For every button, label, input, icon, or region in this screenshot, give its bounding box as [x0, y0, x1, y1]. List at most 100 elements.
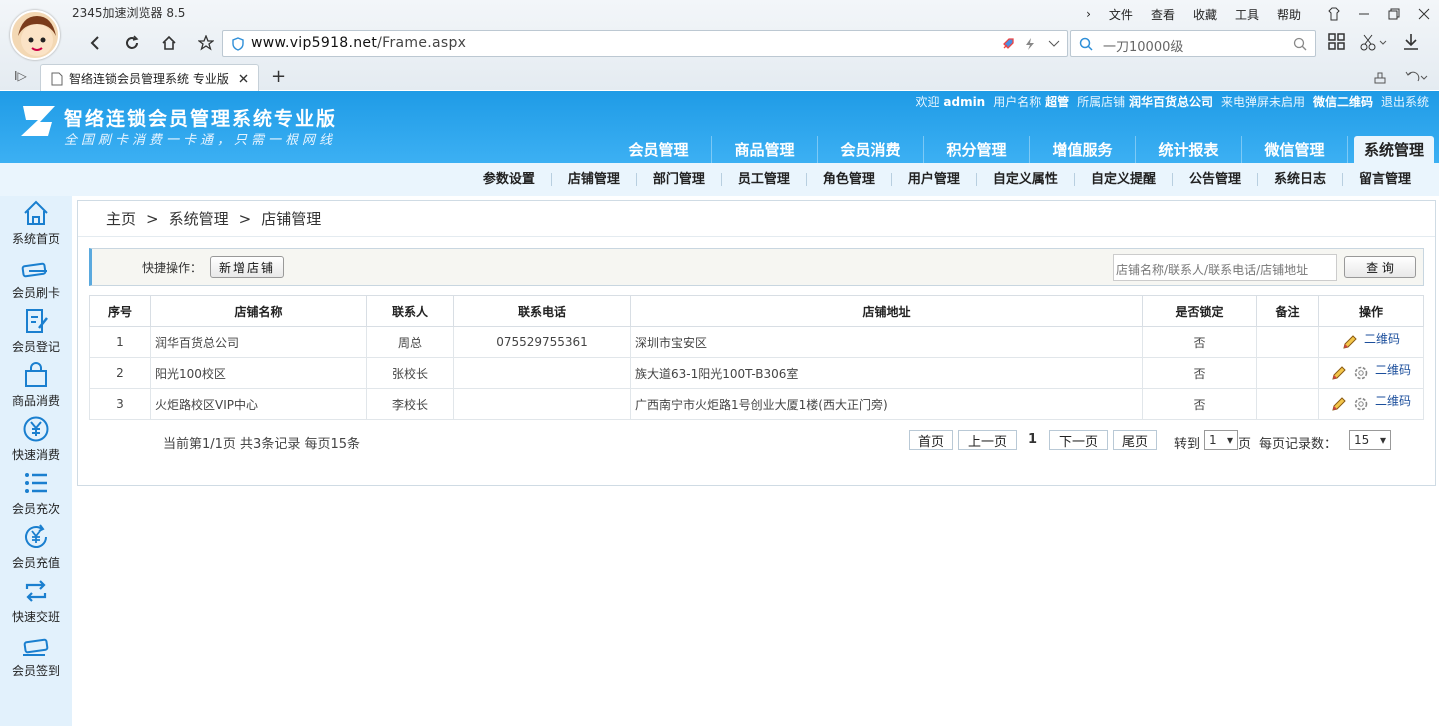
scissors-icon[interactable]: [1360, 33, 1388, 51]
close-window-icon[interactable]: [1409, 2, 1439, 26]
apps-grid-icon[interactable]: [1328, 33, 1346, 51]
sidebar-item-recharge[interactable]: 会员充值: [0, 520, 72, 574]
breadcrumb-system[interactable]: 系统管理: [169, 208, 229, 229]
browser-search[interactable]: 一刀10000级: [1070, 30, 1316, 57]
shopping-bag-icon: [25, 362, 47, 387]
per-page-select[interactable]: 15 ▾: [1349, 430, 1391, 450]
user-store-field: 所属店铺 润华百货总公司: [1077, 95, 1213, 109]
nav-product-management[interactable]: 商品管理: [712, 136, 818, 163]
restore-icon[interactable]: [1379, 2, 1409, 26]
menu-help[interactable]: 帮助: [1277, 6, 1301, 23]
qr-code-link[interactable]: 二维码: [1364, 330, 1400, 347]
cell-actions: 二维码: [1318, 388, 1424, 420]
nav-value-added[interactable]: 增值服务: [1030, 136, 1136, 163]
subnav-custom-reminders[interactable]: 自定义提醒: [1073, 173, 1172, 186]
cell-locked: 否: [1142, 326, 1257, 358]
chevron-down-icon[interactable]: [1047, 39, 1061, 49]
brush-icon[interactable]: [1372, 69, 1388, 85]
tab-active[interactable]: 智络连锁会员管理系统 专业版: [40, 64, 259, 91]
subnav-custom-attributes[interactable]: 自定义属性: [975, 173, 1074, 186]
subnav-roles[interactable]: 角色管理: [805, 173, 891, 186]
menu-tools[interactable]: 工具: [1235, 6, 1259, 23]
sidebar-item-register[interactable]: 会员登记: [0, 304, 72, 358]
cell-address: 深圳市宝安区: [630, 326, 1143, 358]
menu-view[interactable]: 查看: [1151, 6, 1175, 23]
goto-page-select[interactable]: 1 ▾: [1204, 430, 1238, 450]
query-button[interactable]: 查 询: [1344, 256, 1416, 278]
qr-code-link[interactable]: 二维码: [1375, 361, 1411, 378]
sidebar-toggle-icon[interactable]: I▷: [14, 69, 27, 83]
next-page-button[interactable]: 下一页: [1049, 430, 1108, 450]
address-bar[interactable]: www.vip5918.net/Frame.aspx: [222, 30, 1068, 57]
refresh-icon[interactable]: [113, 30, 150, 56]
add-store-button[interactable]: 新增店铺: [210, 256, 284, 278]
sidebar-item-label: 快速交班: [11, 610, 60, 624]
register-icon: [26, 309, 48, 333]
subnav-system-logs[interactable]: 系统日志: [1256, 173, 1342, 186]
app-title: 智络连锁会员管理系统专业版: [64, 108, 338, 130]
last-page-button[interactable]: 尾页: [1113, 430, 1157, 450]
sidebar-item-label: 会员签到: [11, 664, 60, 678]
subnav-departments[interactable]: 部门管理: [635, 173, 721, 186]
subnav-employees[interactable]: 员工管理: [720, 173, 806, 186]
menu-file[interactable]: 文件: [1109, 6, 1133, 23]
url-domain: www.vip5918.net: [251, 35, 378, 51]
nav-member-management[interactable]: 会员管理: [606, 136, 712, 163]
nav-reports[interactable]: 统计报表: [1136, 136, 1242, 163]
edit-pencil-icon[interactable]: [1331, 365, 1347, 381]
minimize-icon[interactable]: [1349, 2, 1379, 26]
download-icon[interactable]: [1402, 33, 1420, 51]
breadcrumb: 主页 > 系统管理 > 店铺管理: [78, 201, 1435, 237]
nav-system-management[interactable]: 系统管理: [1354, 136, 1434, 163]
menu-arrow-icon[interactable]: ›: [1086, 7, 1091, 21]
subnav-messages[interactable]: 留言管理: [1341, 173, 1427, 186]
settings-gear-icon[interactable]: [1353, 396, 1369, 412]
cell-locked: 否: [1142, 357, 1257, 389]
sidebar-item-quick-consume[interactable]: 快速消费: [0, 412, 72, 466]
subnav-stores[interactable]: 店铺管理: [550, 173, 636, 186]
home-browser-icon[interactable]: [150, 30, 187, 56]
edit-pencil-icon[interactable]: [1331, 396, 1347, 412]
sidebar-item-product-consume[interactable]: 商品消费: [0, 358, 72, 412]
qr-code-link[interactable]: 二维码: [1375, 392, 1411, 409]
store-search-input[interactable]: 店铺名称/联系人/联系电话/店铺地址: [1113, 254, 1337, 281]
sidebar-item-card-swipe[interactable]: 会员刷卡: [0, 250, 72, 304]
undo-icon[interactable]: [1404, 69, 1428, 85]
sidebar-item-shift[interactable]: 快速交班: [0, 574, 72, 628]
subnav-users[interactable]: 用户管理: [890, 173, 976, 186]
browser-name: 2345加速浏览器 8.5: [72, 6, 186, 20]
tab-title: 智络连锁会员管理系统 专业版: [69, 71, 229, 86]
cell-store-name: 润华百货总公司: [150, 326, 367, 358]
cell-actions: 二维码: [1318, 357, 1424, 389]
breadcrumb-sep: >: [238, 209, 252, 228]
rocket-icon[interactable]: [1001, 37, 1015, 51]
back-icon[interactable]: [76, 30, 113, 56]
nav-points-management[interactable]: 积分管理: [924, 136, 1030, 163]
logout-link[interactable]: 退出系统: [1381, 93, 1429, 110]
skin-icon[interactable]: [1319, 2, 1349, 26]
browser-chrome: 2345加速浏览器 8.5 › 文件 查看 收藏 工具 帮助 www.vip59…: [0, 0, 1439, 91]
wechat-qr-link[interactable]: 微信二维码: [1313, 93, 1373, 110]
username: admin: [943, 95, 986, 109]
subnav-parameters[interactable]: 参数设置: [467, 173, 551, 186]
prev-page-button[interactable]: 上一页: [958, 430, 1017, 450]
col-no: 序号: [89, 295, 151, 327]
sidebar-item-home[interactable]: 系统首页: [0, 196, 72, 250]
breadcrumb-home[interactable]: 主页: [106, 208, 136, 229]
lightning-icon[interactable]: [1023, 37, 1037, 51]
quick-actions-bar: 快捷操作： 新增店铺 店铺名称/联系人/联系电话/店铺地址 查 询: [89, 248, 1424, 286]
sidebar-item-recharge-times[interactable]: 会员充次: [0, 466, 72, 520]
settings-gear-icon[interactable]: [1353, 365, 1369, 381]
new-tab-icon[interactable]: +: [271, 66, 286, 87]
tab-close-icon[interactable]: [239, 74, 248, 83]
bookmark-star-icon[interactable]: [187, 30, 224, 56]
first-page-button[interactable]: 首页: [909, 430, 953, 450]
nav-member-consumption[interactable]: 会员消费: [818, 136, 924, 163]
profile-avatar[interactable]: [10, 10, 60, 60]
edit-pencil-icon[interactable]: [1342, 334, 1358, 350]
subnav-announcements[interactable]: 公告管理: [1171, 173, 1257, 186]
sidebar-item-checkin[interactable]: 会员签到: [0, 628, 72, 682]
menu-favorites[interactable]: 收藏: [1193, 6, 1217, 23]
nav-wechat-management[interactable]: 微信管理: [1242, 136, 1348, 163]
search-go-icon[interactable]: [1293, 37, 1307, 51]
